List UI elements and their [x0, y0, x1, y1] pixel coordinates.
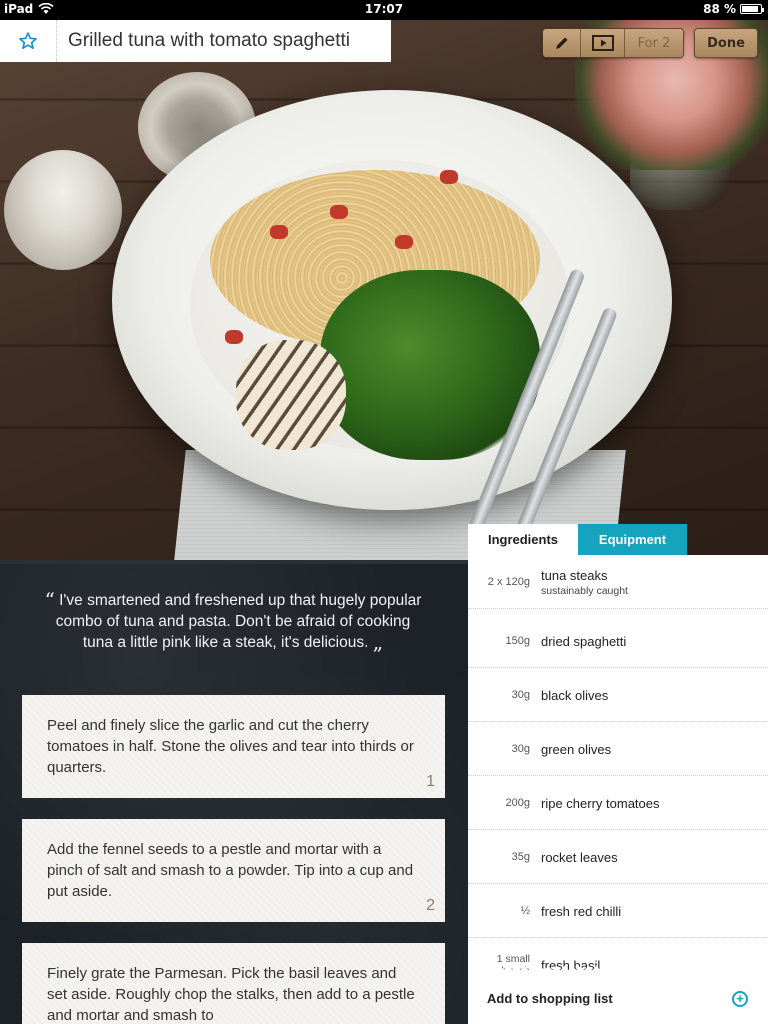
quote-open-mark: “ — [44, 588, 55, 612]
recipe-toolbar: For 2 Done — [542, 28, 758, 58]
ingredient-quantity: 200g — [505, 797, 530, 809]
toolbar-segment: For 2 — [542, 28, 684, 58]
ingredients-list: 2 x 120g tuna steaks sustainably caught … — [468, 555, 768, 1024]
play-video-icon — [591, 35, 614, 51]
edit-button[interactable] — [543, 29, 581, 57]
quote-close-mark: „ — [372, 630, 384, 654]
ingredient-name: rocket leaves — [541, 849, 618, 865]
battery-percent: 88 % — [703, 2, 736, 16]
ingredient-name: dried spaghetti — [541, 633, 627, 649]
ingredient-quantity: 30g — [511, 743, 530, 755]
ingredient-quantity: 35g — [511, 851, 530, 863]
step-text: Add the fennel seeds to a pestle and mor… — [47, 841, 414, 900]
ingredient-name: fresh red chilli — [541, 903, 622, 919]
star-outline-icon — [19, 32, 37, 50]
recipe-title: Grilled tuna with tomato spaghetti — [68, 30, 350, 51]
grilled-tuna — [236, 340, 346, 450]
tomato-piece — [270, 225, 288, 239]
ingredient-name-block: tuna steaks sustainably caught — [541, 555, 628, 609]
ingredient-row[interactable]: 30g black olives — [468, 668, 768, 722]
method-panel: “ I've smartened and freshened up that h… — [0, 560, 468, 1024]
status-right: 88 % — [703, 2, 764, 16]
step-text: Finely grate the Parmesan. Pick the basi… — [47, 965, 415, 1024]
tomato-piece — [225, 330, 243, 344]
ingredient-row[interactable]: 35g rocket leaves — [468, 830, 768, 884]
favorite-button[interactable] — [0, 20, 57, 62]
quote-text: I've smartened and freshened up that hug… — [55, 592, 422, 651]
battery-icon — [740, 4, 764, 14]
pencil-icon — [555, 37, 567, 49]
torn-edge — [468, 966, 768, 974]
recipe-hero-photo — [0, 20, 768, 560]
tomato-piece — [440, 170, 458, 184]
add-to-shopping-list-label: Add to shopping list — [487, 991, 613, 1006]
ingredient-name: green olives — [541, 741, 612, 757]
add-circle-icon[interactable]: + — [732, 991, 748, 1007]
ingredient-name-block: green olives — [541, 722, 611, 776]
ingredient-name-block: rocket leaves — [541, 830, 618, 884]
step-number: 2 — [426, 897, 435, 914]
servings-button[interactable]: For 2 — [625, 29, 683, 57]
ingredient-name-block: dried spaghetti — [541, 614, 626, 668]
ingredient-name: ripe cherry tomatoes — [541, 795, 660, 811]
step-number: 1 — [426, 773, 435, 790]
method-step: Add the fennel seeds to a pestle and mor… — [22, 819, 445, 922]
salt-ramekin — [4, 150, 122, 270]
battery-fill — [742, 6, 758, 12]
recipe-title-bar: Grilled tuna with tomato spaghetti — [0, 20, 391, 62]
ingredient-quantity: 30g — [511, 689, 530, 701]
tomato-piece — [395, 235, 413, 249]
ingredient-name-block: black olives — [541, 668, 608, 722]
ingredient-name-block: fresh red chilli — [541, 884, 621, 938]
ingredient-row[interactable]: 200g ripe cherry tomatoes — [468, 776, 768, 830]
ingredient-quantity: ½ — [520, 905, 530, 917]
video-button[interactable] — [581, 29, 625, 57]
ingredient-quantity: 150g — [505, 635, 530, 647]
step-text: Peel and finely slice the garlic and cut… — [47, 717, 414, 776]
ingredients-tabs: Ingredients Equipment — [468, 524, 687, 555]
tab-ingredients[interactable]: Ingredients — [468, 524, 578, 555]
ingredient-name: black olives — [541, 687, 609, 703]
chef-quote: “ I've smartened and freshened up that h… — [40, 590, 426, 653]
done-button[interactable]: Done — [694, 28, 758, 58]
method-step: Peel and finely slice the garlic and cut… — [22, 695, 445, 798]
ingredient-quantity: 2 x 120g — [487, 576, 530, 588]
ingredient-row[interactable]: 30g green olives — [468, 722, 768, 776]
status-bar: iPad 17:07 88 % — [0, 0, 768, 20]
ingredient-row[interactable]: 150g dried spaghetti — [468, 614, 768, 668]
shopping-list-bar[interactable]: Add to shopping list + — [468, 966, 768, 1024]
ingredient-row[interactable]: ½ fresh red chilli — [468, 884, 768, 938]
tab-equipment[interactable]: Equipment — [578, 524, 687, 555]
ingredient-name-block: ripe cherry tomatoes — [541, 776, 660, 830]
method-step: Finely grate the Parmesan. Pick the basi… — [22, 943, 445, 1024]
tomato-piece — [330, 205, 348, 219]
status-time: 17:07 — [364, 2, 404, 16]
ingredient-row[interactable]: 2 x 120g tuna steaks sustainably caught — [468, 555, 768, 609]
ingredient-name: tuna steaks — [541, 567, 608, 583]
ingredient-note: sustainably caught — [541, 584, 628, 597]
